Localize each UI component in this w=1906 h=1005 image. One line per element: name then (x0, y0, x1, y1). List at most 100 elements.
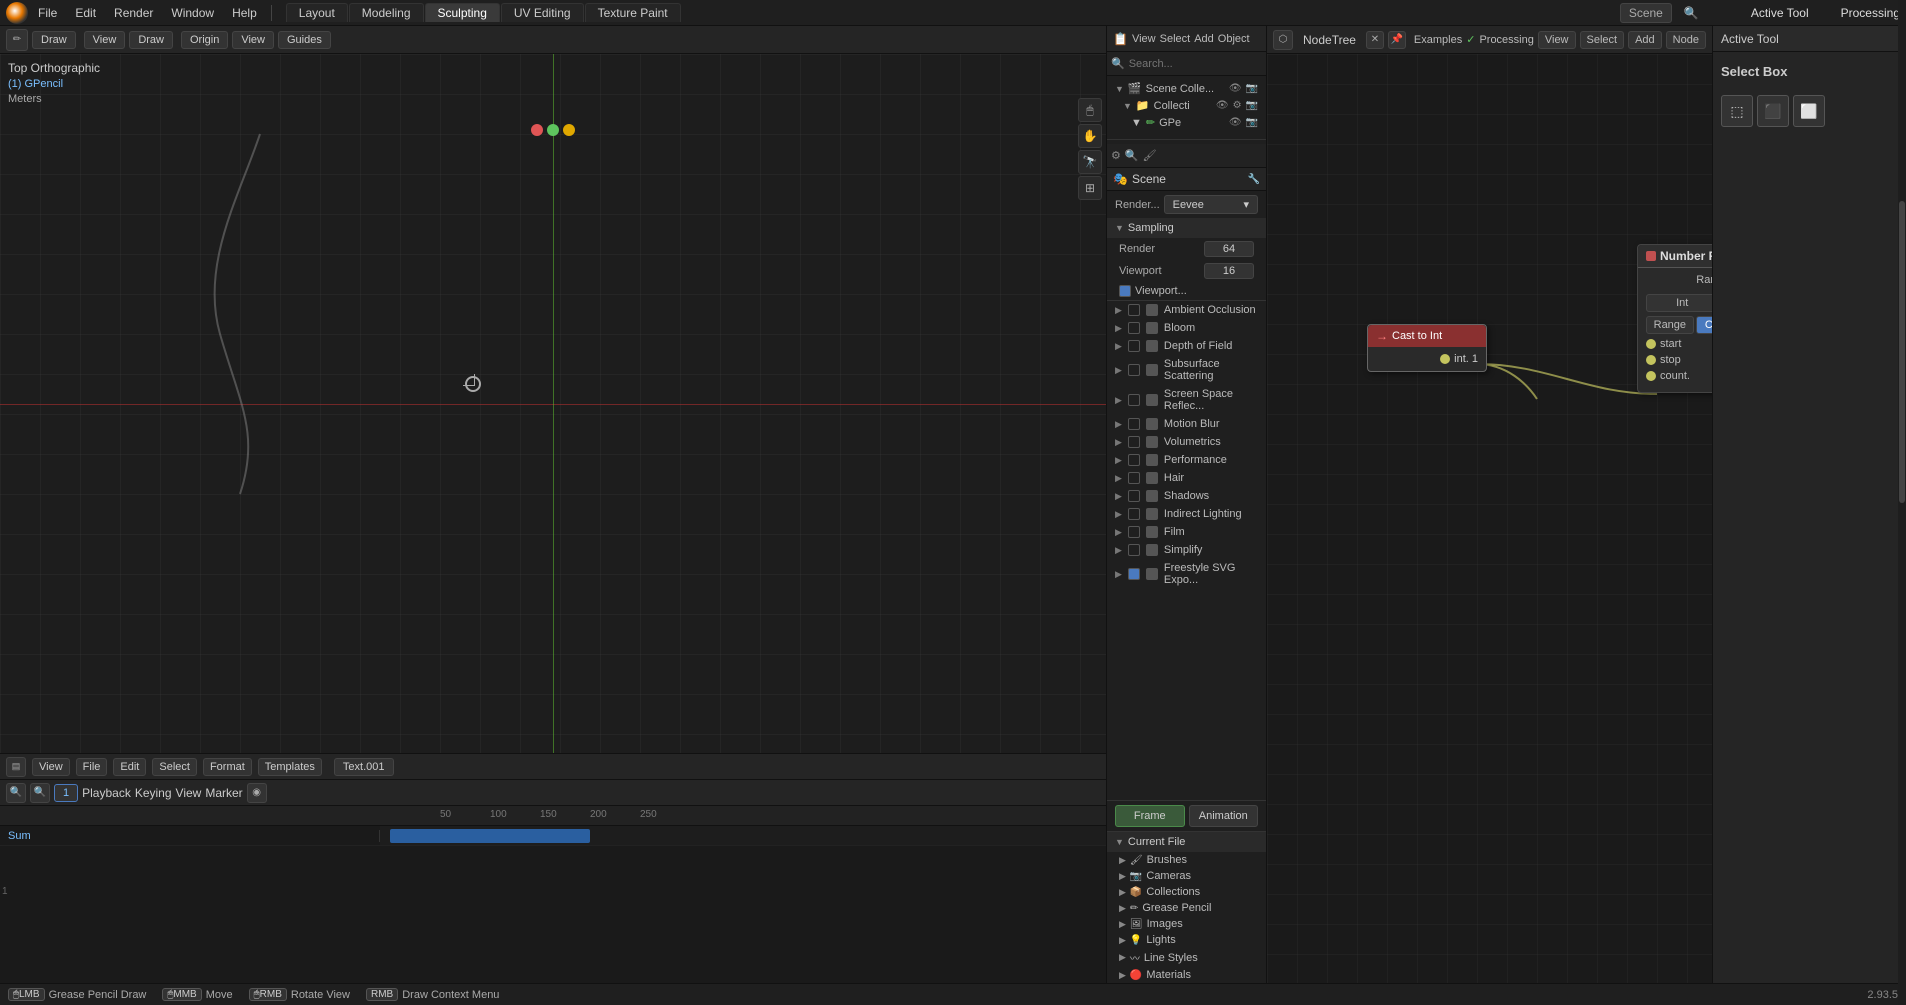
engine-dropdown[interactable]: Eevee ▾ (1164, 195, 1258, 214)
scene-name[interactable]: Scene (1620, 3, 1672, 23)
eye-icon[interactable]: 👁 (1229, 83, 1242, 94)
render-section-5[interactable]: ▶Motion Blur (1107, 415, 1266, 433)
sidebar-icon-grab[interactable]: ✋ (1078, 124, 1102, 148)
camera-icon-2[interactable]: 📷 (1246, 100, 1258, 111)
timeline-menu-select[interactable]: Select (152, 758, 197, 776)
node-add-btn[interactable]: Add (1628, 31, 1662, 49)
section-cb-4[interactable] (1128, 394, 1140, 406)
add-label[interactable]: Add (1194, 33, 1214, 45)
right-scrollbar[interactable] (1898, 26, 1906, 983)
mode-icon[interactable]: ✏ (6, 29, 28, 51)
render-section-13[interactable]: ▶Freestyle SVG Expo... (1107, 559, 1266, 589)
frame-search-icon[interactable]: 🔍 (6, 783, 26, 803)
render-section-8[interactable]: ▶Hair (1107, 469, 1266, 487)
section-cb-9[interactable] (1128, 490, 1140, 502)
brush-icon[interactable]: 🖌 (1143, 149, 1157, 162)
cf-images[interactable]: ▶ 🖼 Images (1107, 916, 1266, 932)
sidebar-icon-grid[interactable]: ⊞ (1078, 176, 1102, 200)
cf-brushes[interactable]: ▶ 🖌 Brushes (1107, 852, 1266, 868)
sidebar-icon-zoom[interactable]: 🔭 (1078, 150, 1102, 174)
render-section-6[interactable]: ▶Volumetrics (1107, 433, 1266, 451)
node-node-btn[interactable]: Node (1666, 31, 1706, 49)
cf-lights[interactable]: ▶ 💡 Lights (1107, 932, 1266, 948)
section-cb-11[interactable] (1128, 526, 1140, 538)
menu-file[interactable]: File (30, 4, 65, 22)
render-section-0[interactable]: ▶Ambient Occlusion (1107, 301, 1266, 319)
current-frame[interactable]: 1 (54, 784, 78, 802)
tool-icon-1[interactable]: ⬚ (1721, 95, 1753, 127)
render-section-1[interactable]: ▶Bloom (1107, 319, 1266, 337)
animation-btn[interactable]: Animation (1189, 805, 1259, 827)
node-close-btn[interactable]: ✕ (1366, 31, 1384, 49)
section-cb-8[interactable] (1128, 472, 1140, 484)
cf-materials[interactable]: ▶ 🔴 Materials (1107, 967, 1266, 983)
cb-viewport[interactable] (1119, 285, 1131, 297)
frame-range-icon[interactable]: ◉ (247, 783, 267, 803)
node-icon-hdr[interactable]: ⬡ (1273, 30, 1293, 50)
frame-btn[interactable]: Frame (1115, 805, 1185, 827)
mode-select[interactable]: Draw (32, 31, 76, 49)
render-section-4[interactable]: ▶Screen Space Reflec... (1107, 385, 1266, 415)
cast-to-int-node[interactable]: → Cast to Int int. 1 (1367, 324, 1487, 372)
section-cb-1[interactable] (1128, 322, 1140, 334)
draw-btn[interactable]: Draw (129, 31, 173, 49)
section-cb-5[interactable] (1128, 418, 1140, 430)
section-cb-0[interactable] (1128, 304, 1140, 316)
search-icon-3[interactable]: 🔍 (1125, 149, 1139, 162)
view-label[interactable]: View (1132, 33, 1156, 45)
sampling-header[interactable]: ▼ Sampling (1107, 218, 1266, 238)
eye-icon-2[interactable]: 👁 (1216, 100, 1229, 111)
viewport-value[interactable]: 16 (1204, 263, 1254, 279)
tree-gp-object[interactable]: ▼ ✏ GPe 👁 📷 (1107, 114, 1266, 131)
section-cb-13[interactable] (1128, 568, 1140, 580)
select-label[interactable]: Select (1160, 33, 1191, 45)
timeline-menu-edit[interactable]: Edit (113, 758, 146, 776)
view-btn2[interactable]: View (232, 31, 274, 49)
search-icon[interactable]: 🔍 (1684, 6, 1699, 20)
number-range-node[interactable]: Number Range ✕ Range Int (1637, 244, 1712, 393)
menu-help[interactable]: Help (224, 4, 265, 22)
cf-grease-pencil[interactable]: ▶ ✏ Grease Pencil (1107, 900, 1266, 916)
text-block-name[interactable]: Text.001 (334, 758, 394, 776)
origin-btn[interactable]: Origin (181, 31, 228, 49)
section-cb-10[interactable] (1128, 508, 1140, 520)
guides-btn[interactable]: Guides (278, 31, 331, 49)
tool-icon-3[interactable]: ⬜ (1793, 95, 1825, 127)
view-timeline-btn[interactable]: View (176, 786, 202, 800)
eye-icon-3[interactable]: 👁 (1229, 117, 1242, 128)
render-section-12[interactable]: ▶Simplify (1107, 541, 1266, 559)
tab-modeling[interactable]: Modeling (349, 3, 424, 22)
count-tab[interactable]: Count (1696, 316, 1712, 334)
render-section-7[interactable]: ▶Performance (1107, 451, 1266, 469)
examples-label[interactable]: Examples (1414, 34, 1462, 46)
node-pin-btn[interactable]: 📌 (1388, 31, 1406, 49)
filter-icon[interactable]: ⚙ (1233, 100, 1242, 111)
keying-btn[interactable]: Keying (135, 786, 172, 800)
section-cb-2[interactable] (1128, 340, 1140, 352)
camera-icon-3[interactable]: 📷 (1246, 117, 1258, 128)
tab-uv-editing[interactable]: UV Editing (501, 3, 584, 22)
menu-render[interactable]: Render (106, 4, 161, 22)
timeline-menu-file[interactable]: File (76, 758, 108, 776)
cf-line-styles[interactable]: ▶ 〰 Line Styles (1107, 948, 1266, 967)
section-cb-6[interactable] (1128, 436, 1140, 448)
frame-search-icon2[interactable]: 🔍 (30, 783, 50, 803)
scene-wrench[interactable]: 🔧 (1248, 174, 1260, 185)
tab-layout[interactable]: Layout (286, 3, 348, 22)
render-value[interactable]: 64 (1204, 241, 1254, 257)
menu-edit[interactable]: Edit (67, 4, 104, 22)
section-cb-3[interactable] (1128, 364, 1140, 376)
tree-scene-collection[interactable]: ▼ 🎬 Scene Colle... 👁 📷 (1107, 80, 1266, 97)
menu-window[interactable]: Window (163, 4, 222, 22)
outliner-search-input[interactable] (1129, 58, 1271, 70)
playback-btn[interactable]: Playback (82, 786, 131, 800)
current-file-header[interactable]: ▼ Current File (1107, 832, 1266, 852)
int-btn[interactable]: Int (1646, 294, 1712, 312)
render-section-3[interactable]: ▶Subsurface Scattering (1107, 355, 1266, 385)
tab-texture-paint[interactable]: Texture Paint (585, 3, 681, 22)
sidebar-icon-cursor[interactable]: 🖱 (1078, 98, 1102, 122)
section-cb-12[interactable] (1128, 544, 1140, 556)
marker-btn[interactable]: Marker (205, 786, 242, 800)
render-section-10[interactable]: ▶Indirect Lighting (1107, 505, 1266, 523)
timeline-menu-templates[interactable]: Templates (258, 758, 322, 776)
